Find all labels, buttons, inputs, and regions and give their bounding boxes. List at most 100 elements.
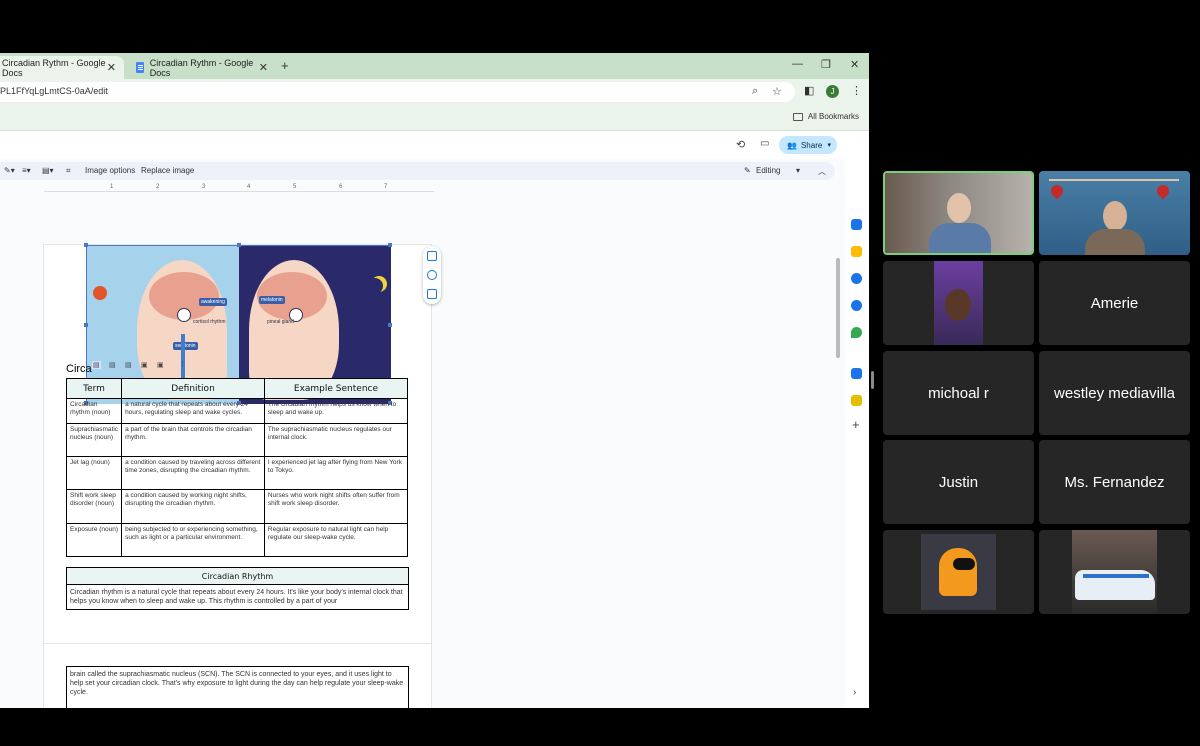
new-tab-button[interactable]: + — [281, 58, 289, 73]
string-lights — [1049, 179, 1179, 181]
table-cell[interactable]: The suprachiasmatic nucleus regulates ou… — [263, 423, 409, 457]
tab-circadian-2[interactable]: Circadian Rythm - Google Docs ✕ — [128, 56, 276, 79]
zoom-icon[interactable]: ⌕ — [752, 85, 758, 98]
gallery-resize-handle[interactable] — [871, 371, 874, 389]
history-icon[interactable]: ⟲ — [736, 138, 745, 151]
table-cell[interactable]: a part of the brain that controls the ci… — [121, 423, 265, 457]
table-cell[interactable]: a condition caused by working night shif… — [121, 489, 265, 524]
restore-icon[interactable]: ❐ — [821, 58, 831, 71]
maps-icon[interactable] — [851, 327, 862, 338]
participant-tile[interactable] — [883, 261, 1034, 345]
participant-tile[interactable]: Amerie — [1039, 261, 1190, 345]
participant-tile[interactable]: Justin — [883, 440, 1034, 524]
front-text-icon[interactable]: ▣ — [157, 361, 164, 369]
chevron-right-icon[interactable]: › — [853, 687, 856, 698]
table-cell[interactable]: Exposure (noun) — [65, 523, 123, 557]
chevron-down-icon[interactable]: ▾ — [827, 141, 831, 149]
profile-avatar[interactable]: J — [826, 85, 839, 98]
table-cell[interactable]: a condition caused by traveling across d… — [121, 456, 265, 490]
sun-icon — [93, 286, 107, 300]
replace-image-button[interactable]: Replace image — [141, 166, 194, 175]
col-header: Example Sentence — [263, 378, 409, 399]
keep-icon[interactable] — [851, 246, 862, 257]
suggest-edits-icon[interactable] — [427, 289, 437, 299]
image-options-button[interactable]: Image options — [85, 166, 135, 175]
close-icon[interactable]: ✕ — [107, 61, 116, 74]
all-bookmarks-label: All Bookmarks — [807, 112, 859, 121]
line-weight-icon[interactable]: ≡▾ — [22, 166, 31, 175]
participant-tile[interactable]: westley mediavilla — [1039, 351, 1190, 435]
omnibox[interactable]: PL1FfYqLgLmtCS-0aA/edit ⌕ ☆ — [0, 82, 795, 102]
table-cell[interactable]: Regular exposure to natural light can he… — [263, 523, 409, 557]
all-bookmarks-button[interactable]: All Bookmarks — [792, 112, 859, 121]
calendar-icon[interactable] — [851, 219, 862, 230]
download-icon[interactable] — [851, 395, 862, 406]
tasks-icon[interactable] — [851, 273, 862, 284]
addon-icon[interactable] — [851, 368, 862, 379]
ruler[interactable]: 1 2 3 4 5 6 7 — [44, 184, 434, 192]
wrap-text-icon[interactable]: ▤ — [109, 361, 116, 369]
close-window-icon[interactable]: ✕ — [850, 58, 859, 71]
table-cell[interactable]: being subjected to or experiencing somet… — [121, 523, 265, 557]
close-icon[interactable]: ✕ — [259, 61, 268, 74]
share-button[interactable]: 👥 Share ▾ — [779, 136, 837, 154]
docs-header: ⟲ ▭ 👥 Share ▾ J — [0, 131, 869, 159]
editing-mode-select[interactable]: Editing — [756, 166, 780, 175]
behind-text-icon[interactable]: ▣ — [141, 361, 148, 369]
resize-handle[interactable] — [388, 323, 392, 327]
table-row: Jet lag (noun) a condition caused by tra… — [65, 456, 409, 490]
table-cell[interactable]: Jet lag (noun) — [65, 456, 123, 490]
resize-handle[interactable] — [237, 243, 241, 247]
side-panel-icon[interactable]: ◧ — [804, 84, 814, 97]
participant-tile[interactable] — [883, 530, 1034, 614]
crewmate-visor — [953, 558, 975, 570]
add-comment-icon[interactable] — [427, 251, 437, 261]
menu-kebab-icon[interactable]: ⋮ — [851, 84, 862, 97]
emoji-reaction-icon[interactable] — [427, 270, 437, 280]
car-stripe — [1083, 574, 1149, 578]
line-dash-icon[interactable]: ▤▾ — [42, 166, 54, 175]
resize-handle[interactable] — [388, 243, 392, 247]
table-cell[interactable]: I experienced jet lag after flying from … — [263, 456, 409, 490]
participant-tile[interactable] — [1039, 530, 1190, 614]
table-cell[interactable]: Nurses who work night shifts often suffe… — [263, 489, 409, 524]
table-cell[interactable]: a natural cycle that repeats about every… — [121, 398, 265, 424]
tab-circadian-1[interactable]: Circadian Rythm - Google Docs ✕ — [0, 56, 124, 79]
table-cell[interactable]: Circadian rhythm (noun) — [65, 398, 123, 424]
participant-tile[interactable]: Ms. Fernandez — [1039, 440, 1190, 524]
inline-wrap-icon[interactable]: ▤ — [92, 361, 101, 369]
table-cell[interactable]: Suprachiasmatic nucleus (noun) — [65, 423, 123, 457]
table-cell[interactable]: Shift work sleep disorder (noun) — [65, 489, 123, 524]
participant-tile[interactable] — [883, 171, 1034, 255]
chevron-down-icon[interactable]: ▾ — [796, 166, 800, 175]
break-text-icon[interactable]: ▤ — [125, 361, 132, 369]
clock-icon — [177, 308, 191, 322]
crop-icon[interactable]: ⌗ — [66, 166, 71, 176]
collapse-toolbar-icon[interactable]: ︿ — [818, 166, 826, 177]
table-cell[interactable]: The circadian rhythm helps us know when … — [263, 398, 409, 424]
contacts-icon[interactable] — [851, 300, 862, 311]
resize-handle[interactable] — [84, 243, 88, 247]
participant-name: michoal r — [928, 384, 989, 402]
scrollbar[interactable] — [836, 258, 840, 358]
comment-icon[interactable]: ▭ — [760, 138, 769, 149]
ruler-mark: 2 — [156, 184, 160, 190]
side-panel: + › — [845, 131, 869, 708]
folder-icon — [792, 112, 803, 121]
bookmark-star-icon[interactable]: ☆ — [772, 85, 782, 98]
serotonin-label: serotonin — [173, 342, 198, 350]
participant-face — [947, 193, 971, 223]
add-addon-icon[interactable]: + — [852, 417, 860, 432]
resize-handle[interactable] — [84, 323, 88, 327]
page2-text[interactable]: brain called the suprachiasmatic nucleus… — [66, 666, 409, 708]
col-header: Definition — [121, 378, 265, 399]
minimize-icon[interactable]: — — [792, 58, 803, 70]
pen-icon[interactable]: ✎▾ — [4, 166, 15, 175]
summary-text[interactable]: Circadian rhythm is a natural cycle that… — [66, 584, 409, 610]
participant-tile[interactable] — [1039, 171, 1190, 255]
more-options-icon[interactable]: ⋮ — [179, 360, 186, 368]
url-text[interactable]: PL1FfYqLgLmtCS-0aA/edit — [0, 86, 108, 96]
participant-tile[interactable]: michoal r — [883, 351, 1034, 435]
ruler-mark: 7 — [384, 184, 388, 190]
participant-name: Ms. Fernandez — [1064, 473, 1165, 491]
